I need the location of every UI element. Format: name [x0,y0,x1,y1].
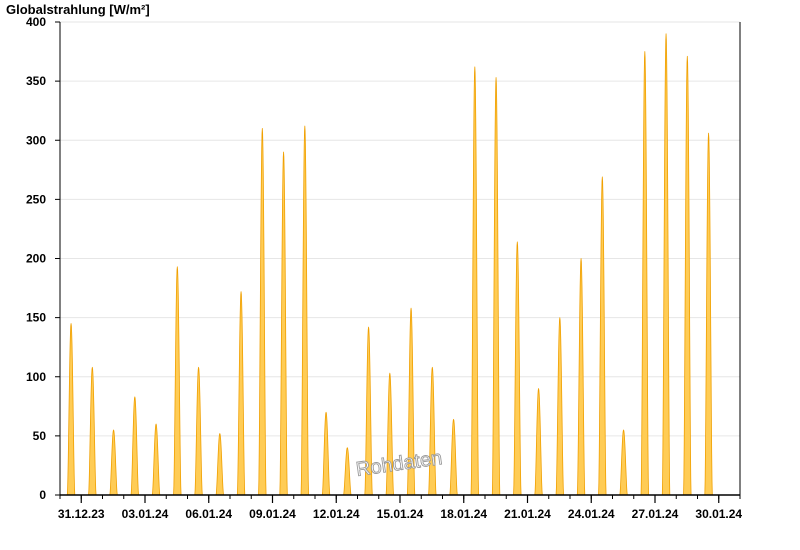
day-peak-2024-01-22 [555,317,564,496]
day-peak-2024-01-25 [619,429,628,496]
x-tick-label: 21.01.24 [504,507,551,521]
day-peak-2024-01-24 [598,176,607,496]
day-peak-2023-12-31 [88,366,97,496]
day-peak-2024-01-03 [151,423,161,496]
day-peak-2024-01-07 [236,291,246,496]
grid [60,21,740,437]
day-peak-2024-01-12 [343,447,352,496]
x-ticks: 31.12.23 03.01.24 06.01.24 09.01.24 12.01.24… [58,495,742,521]
y-tick-label: 100 [26,370,46,384]
y-tick-label: 350 [26,74,46,88]
y-tick-label: 0 [39,488,46,502]
series-area [66,33,713,496]
x-tick-label: 30.01.24 [695,507,742,521]
day-peak-2024-01-10 [300,125,309,496]
day-peak-2024-01-21 [534,388,543,496]
day-peak-2024-01-06 [215,433,224,496]
x-tick-label: 24.01.24 [568,507,615,521]
x-tick-label: 09.01.24 [249,507,296,521]
x-tick-label: 03.01.24 [122,507,169,521]
day-peak-2024-01-02 [130,396,139,496]
y-axis-title: Globalstrahlung [W/m²] [6,2,150,17]
y-tick-label: 50 [33,429,47,443]
day-peak-2024-01-04 [173,266,182,496]
y-tick-label: 200 [26,252,46,266]
day-peak-2024-01-29 [704,132,713,496]
day-peak-2023-12-30 [66,323,76,496]
day-peak-2024-01-27 [661,33,671,496]
chart: 0 50 100 150 200 250 300 350 400 31.12.23 03.01.2… [6,2,742,521]
x-tick-label: 06.01.24 [185,507,232,521]
x-tick-label: 31.12.23 [58,507,105,521]
day-peak-2024-01-09 [279,151,288,496]
y-tick-label: 300 [26,133,46,147]
y-ticks: 0 50 100 150 200 250 300 350 400 [26,15,60,502]
y-tick-label: 250 [26,192,46,206]
day-peak-2024-01-20 [513,241,522,496]
day-peak-2024-01-18 [470,66,479,496]
x-tick-label: 18.01.24 [440,507,487,521]
y-tick-label: 150 [26,311,46,325]
y-tick-label: 400 [26,15,46,29]
day-peak-2024-01-17 [449,418,458,496]
day-peak-2024-01-16 [428,366,437,496]
day-peak-2024-01-05 [194,366,203,496]
x-tick-label: 27.01.24 [632,507,679,521]
day-peak-2024-01-08 [258,128,267,496]
day-peak-2024-01-28 [683,55,692,496]
day-peak-2024-01-26 [640,51,649,496]
day-peak-2024-01-01 [109,429,118,496]
x-tick-label: 15.01.24 [377,507,424,521]
day-peak-2024-01-11 [321,411,331,496]
x-tick-label: 12.01.24 [313,507,360,521]
